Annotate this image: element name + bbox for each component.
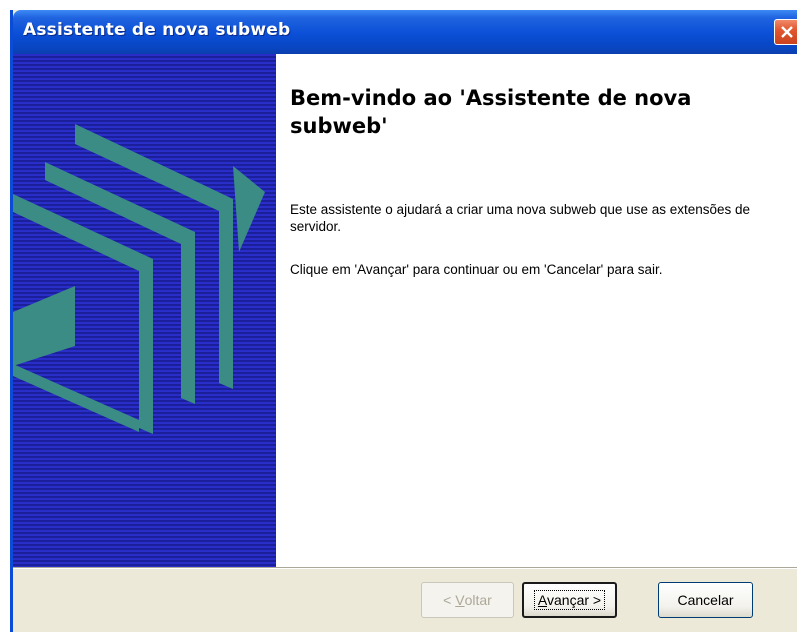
footer-divider [13, 567, 797, 569]
wizard-content: Bem-vindo ao 'Assistente de nova subweb'… [13, 54, 797, 567]
back-button-accel: V [455, 592, 465, 608]
back-button[interactable]: < Voltar [421, 582, 514, 618]
wizard-heading: Bem-vindo ao 'Assistente de nova subweb' [290, 86, 692, 138]
close-icon [781, 26, 793, 38]
wizard-pages-graphic [13, 124, 265, 434]
wizard-window: Assistente de nova subweb Bem-vindo ao '… [10, 10, 797, 632]
next-button-focus: Avançar > [533, 590, 606, 610]
title-bar[interactable]: Assistente de nova subweb [13, 10, 797, 54]
next-button-label: vançar > [547, 592, 602, 608]
window-title: Assistente de nova subweb [23, 20, 291, 40]
close-button[interactable] [774, 19, 797, 45]
wizard-description: Este assistente o ajudará a criar uma no… [290, 202, 751, 234]
back-button-prefix: < [443, 592, 456, 608]
next-button[interactable]: Avançar > [522, 582, 617, 618]
wizard-side-panel [13, 54, 276, 567]
cancel-button[interactable]: Cancelar [658, 582, 753, 618]
back-button-label: oltar [464, 592, 492, 608]
next-button-accel: A [537, 592, 547, 608]
wizard-instructions: Clique em 'Avançar' para continuar ou em… [290, 262, 663, 277]
